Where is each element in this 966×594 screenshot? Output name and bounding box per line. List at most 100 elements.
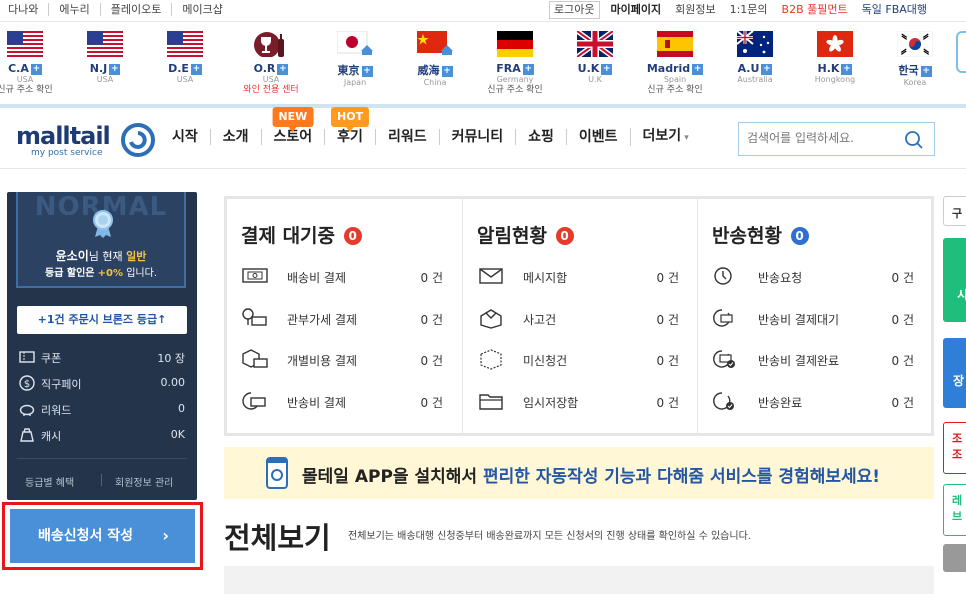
menu-about[interactable]: 소개 bbox=[209, 129, 261, 145]
menu-reviews[interactable]: HOT 후기 bbox=[324, 107, 375, 145]
status-row[interactable]: 반송비 결제대기 0 건 bbox=[712, 307, 922, 329]
warehouse-weihai[interactable]: 威海 + China bbox=[400, 31, 470, 88]
grade-banner: NORMAL 윤소이님 현재 일반 등급 할인은 +0% 입니다. bbox=[16, 192, 186, 288]
grade-upgrade-button[interactable]: +1건 주문시 브론즈 등급↑ bbox=[17, 306, 187, 334]
menu-rewards[interactable]: 리워드 bbox=[374, 129, 439, 145]
app-install-banner[interactable]: 몰테일 APP을 설치해서 편리한 자동작성 기능과 다해줌 서비스를 경험해보… bbox=[224, 447, 934, 499]
hongkong-flag-icon bbox=[817, 31, 853, 57]
menu-start[interactable]: 시작 bbox=[160, 129, 210, 145]
quick-menu-tab[interactable]: 구 bbox=[943, 196, 966, 226]
mypage-link[interactable]: 마이페이지 bbox=[604, 1, 669, 19]
china-flag-icon bbox=[417, 31, 453, 57]
plus-icon: + bbox=[601, 63, 613, 75]
malltail-logo[interactable]: malltail my post service bbox=[16, 122, 155, 158]
search-input[interactable] bbox=[739, 123, 899, 153]
plus-icon: + bbox=[920, 65, 932, 77]
cash-bag-icon bbox=[20, 428, 34, 442]
status-row[interactable]: 반송요청 0 건 bbox=[712, 265, 922, 287]
new-address-note[interactable]: 신규 주소 확인 bbox=[0, 85, 60, 96]
plus-icon: + bbox=[522, 63, 534, 75]
new-address-note[interactable]: 신규 주소 확인 bbox=[640, 85, 710, 96]
warehouse-ca[interactable]: C.A + USA 신규 주소 확인 bbox=[0, 31, 60, 96]
korea-flag-icon bbox=[897, 31, 933, 57]
return-status-column: 반송현황 0 반송요청 0 건 반송비 결제대기 0 건 반송비 결제완료 0 건 반… bbox=[697, 199, 932, 433]
section-description: 전체보기는 배송대행 신청중부터 배송완료까지 모든 신청서의 진행 상태를 확… bbox=[348, 531, 751, 542]
plus-icon: + bbox=[30, 63, 42, 75]
partner-links: 다나와 에누리 플레이오토 메이크샵 bbox=[8, 3, 233, 16]
quick-menu-tab[interactable] bbox=[943, 544, 966, 572]
apply-button-highlight: 배송신청서 작성 › bbox=[2, 502, 203, 570]
divider bbox=[0, 168, 966, 169]
quick-menu-tab[interactable]: 시 bbox=[943, 238, 966, 322]
user-name: 윤소이 bbox=[55, 249, 89, 263]
coupon-icon bbox=[19, 351, 35, 363]
status-panel: 결제 대기중 0 배송비 결제 0 건 관부가세 결제 0 건 개별비용 결제 0 건… bbox=[224, 196, 934, 436]
warehouse-nj[interactable]: N.J + USA bbox=[70, 31, 140, 85]
box-money-icon bbox=[242, 349, 268, 368]
b2b-link[interactable]: B2B 풀필먼트 bbox=[775, 1, 855, 19]
warehouse-korea[interactable]: 한국 + Korea bbox=[880, 31, 950, 88]
germany-flag-icon bbox=[497, 31, 533, 57]
caret-down-icon: ▾ bbox=[681, 133, 689, 143]
payment-pending-column: 결제 대기중 0 배송비 결제 0 건 관부가세 결제 0 건 개별비용 결제 0 건… bbox=[227, 199, 462, 433]
reward-row[interactable]: 리워드 0 bbox=[7, 396, 197, 422]
status-row[interactable]: 메시지함 0 건 bbox=[477, 265, 687, 287]
usa-flag-icon bbox=[167, 31, 203, 57]
status-row[interactable]: 관부가세 결제 0 건 bbox=[241, 307, 451, 329]
logout-button[interactable]: 로그아웃 bbox=[549, 1, 600, 19]
menu-events[interactable]: 이벤트 bbox=[565, 129, 630, 145]
member-info-link[interactable]: 회원정보 bbox=[668, 1, 722, 19]
plus-icon: + bbox=[109, 63, 121, 75]
status-row[interactable]: 반송비 결제완료 0 건 bbox=[712, 348, 922, 370]
shipping-request-button[interactable]: 배송신청서 작성 › bbox=[10, 509, 195, 563]
logo-swirl-icon bbox=[121, 123, 155, 157]
status-row[interactable]: 반송완료 0 건 bbox=[712, 390, 922, 412]
status-row[interactable]: 사고건 0 건 bbox=[477, 307, 687, 329]
medal-icon bbox=[93, 210, 113, 238]
warehouse-au[interactable]: A.U + Australia bbox=[720, 31, 790, 85]
quick-menu-tab[interactable]: 장 bbox=[943, 338, 966, 408]
inquiry-link[interactable]: 1:1문의 bbox=[723, 1, 775, 19]
hot-badge: HOT bbox=[331, 107, 370, 132]
pay-row[interactable]: $ 직구페이 0.00 bbox=[7, 370, 197, 396]
partner-link-enuri[interactable]: 에누리 bbox=[48, 3, 99, 16]
partner-link-danawa[interactable]: 다나와 bbox=[8, 3, 48, 16]
coupon-row[interactable]: 쿠폰 10 장 bbox=[7, 344, 197, 370]
warehouse-hk[interactable]: H.K + Hongkong bbox=[800, 31, 870, 85]
member-manage-link[interactable]: 회원정보 관리 bbox=[115, 474, 173, 489]
plus-icon: + bbox=[190, 63, 202, 75]
partner-link-playauto[interactable]: 플레이오토 bbox=[99, 3, 172, 16]
search-icon[interactable] bbox=[904, 130, 924, 150]
status-row[interactable]: 개별비용 결제 0 건 bbox=[241, 348, 451, 370]
search-box bbox=[738, 122, 935, 156]
discount-value: +0% bbox=[97, 268, 124, 279]
warehouse-uk[interactable]: U.K + U.K bbox=[560, 31, 630, 85]
menu-community[interactable]: 커뮤니티 bbox=[438, 129, 516, 145]
grade-benefit-link[interactable]: 등급별 혜택 bbox=[25, 474, 74, 489]
warehouse-fra[interactable]: FRA + Germany 신규 주소 확인 bbox=[480, 31, 550, 96]
section-title: 전체보기 bbox=[224, 521, 331, 555]
warehouse-de[interactable]: D.E + USA bbox=[150, 31, 220, 85]
warehouse-tokyo[interactable]: 東京 + Japan bbox=[320, 31, 390, 88]
menu-shopping[interactable]: 쇼핑 bbox=[515, 129, 566, 145]
status-row[interactable]: 미신청건 0 건 bbox=[477, 348, 687, 370]
cash-row[interactable]: 캐시 0K bbox=[7, 422, 197, 448]
new-address-note[interactable]: 신규 주소 확인 bbox=[480, 85, 550, 96]
menu-store[interactable]: NEW 스토어 bbox=[260, 107, 325, 145]
return-pay-done-icon bbox=[713, 350, 735, 368]
plus-icon: + bbox=[841, 63, 853, 75]
wine-center-note[interactable]: 와인 전용 센터 bbox=[236, 85, 306, 96]
partner-link-makeshop[interactable]: 메이크샵 bbox=[171, 3, 232, 16]
quick-menu-tab[interactable]: 레 브 bbox=[943, 484, 966, 536]
menu-more[interactable]: 더보기 ▾ bbox=[629, 128, 701, 146]
status-row[interactable]: 반송비 결제 0 건 bbox=[241, 390, 451, 412]
quick-menu-tab[interactable]: 조 조 bbox=[943, 422, 966, 474]
warehouse-madrid[interactable]: Madrid + Spain 신규 주소 확인 bbox=[640, 31, 710, 96]
flag-scroll-edge[interactable] bbox=[956, 31, 966, 73]
australia-flag-icon bbox=[737, 31, 773, 57]
warehouse-or[interactable]: O.R + USA 와인 전용 센터 bbox=[236, 31, 306, 96]
status-row[interactable]: 임시저장함 0 건 bbox=[477, 390, 687, 412]
status-row[interactable]: 배송비 결제 0 건 bbox=[241, 265, 451, 287]
fba-link[interactable]: 독일 FBA대행 bbox=[855, 1, 934, 19]
notification-column: 알림현황 0 메시지함 0 건 사고건 0 건 미신청건 0 건 임시저장함 0 건 bbox=[462, 199, 697, 433]
